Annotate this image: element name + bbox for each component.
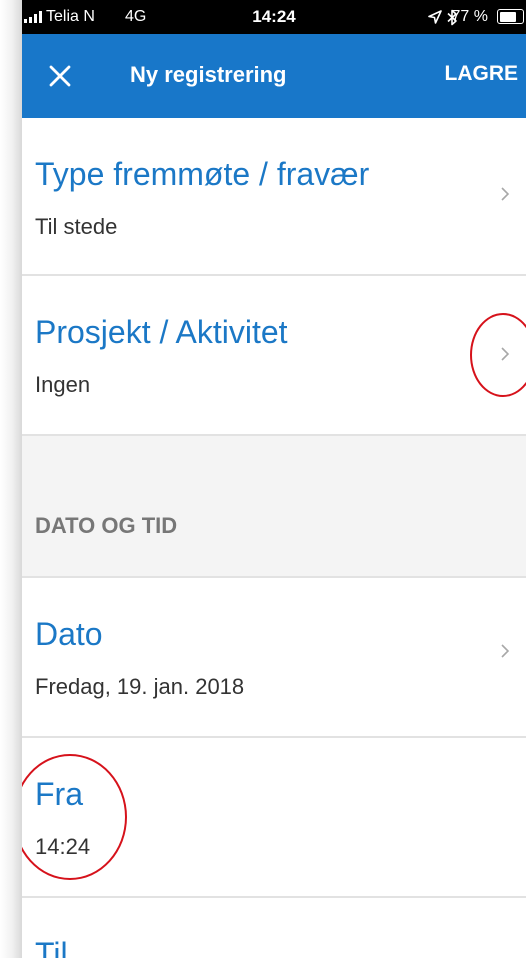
attendance-type-title: Type fremmøte / fravær: [35, 156, 370, 192]
date-title: Dato: [35, 616, 103, 652]
to-time-title: Til: [35, 936, 68, 958]
chevron-right-icon: [501, 187, 510, 201]
status-bar: Telia N 4G 14:24 77 %: [22, 0, 526, 34]
date-value: Fredag, 19. jan. 2018: [35, 674, 245, 699]
date-row[interactable]: Dato Fredag, 19. jan. 2018: [22, 578, 526, 736]
to-time-row[interactable]: Til: [22, 898, 526, 958]
save-button[interactable]: LAGRE: [445, 62, 519, 86]
frame-shadow: [0, 0, 22, 958]
nav-bar: Ny registrering LAGRE: [22, 34, 526, 118]
attendance-type-value: Til stede: [35, 214, 118, 239]
chevron-right-icon: [501, 644, 510, 658]
project-activity-title: Prosjekt / Aktivitet: [35, 314, 288, 350]
section-background: [22, 436, 526, 578]
close-icon[interactable]: [42, 58, 78, 94]
page-title: Ny registrering: [130, 62, 287, 87]
section-header-date-time: DATO OG TID: [35, 513, 178, 538]
attendance-type-row[interactable]: Type fremmøte / fravær Til stede: [22, 118, 526, 274]
location-arrow-icon: [428, 10, 442, 24]
battery-level: [499, 11, 517, 22]
battery-icon: [497, 9, 524, 24]
phone-screen: Telia N 4G 14:24 77 % Ny registrering LA…: [22, 0, 526, 958]
project-activity-value: Ingen: [35, 372, 91, 397]
project-activity-row[interactable]: Prosjekt / Aktivitet Ingen: [22, 276, 526, 434]
battery-percent: 77 %: [451, 8, 488, 25]
